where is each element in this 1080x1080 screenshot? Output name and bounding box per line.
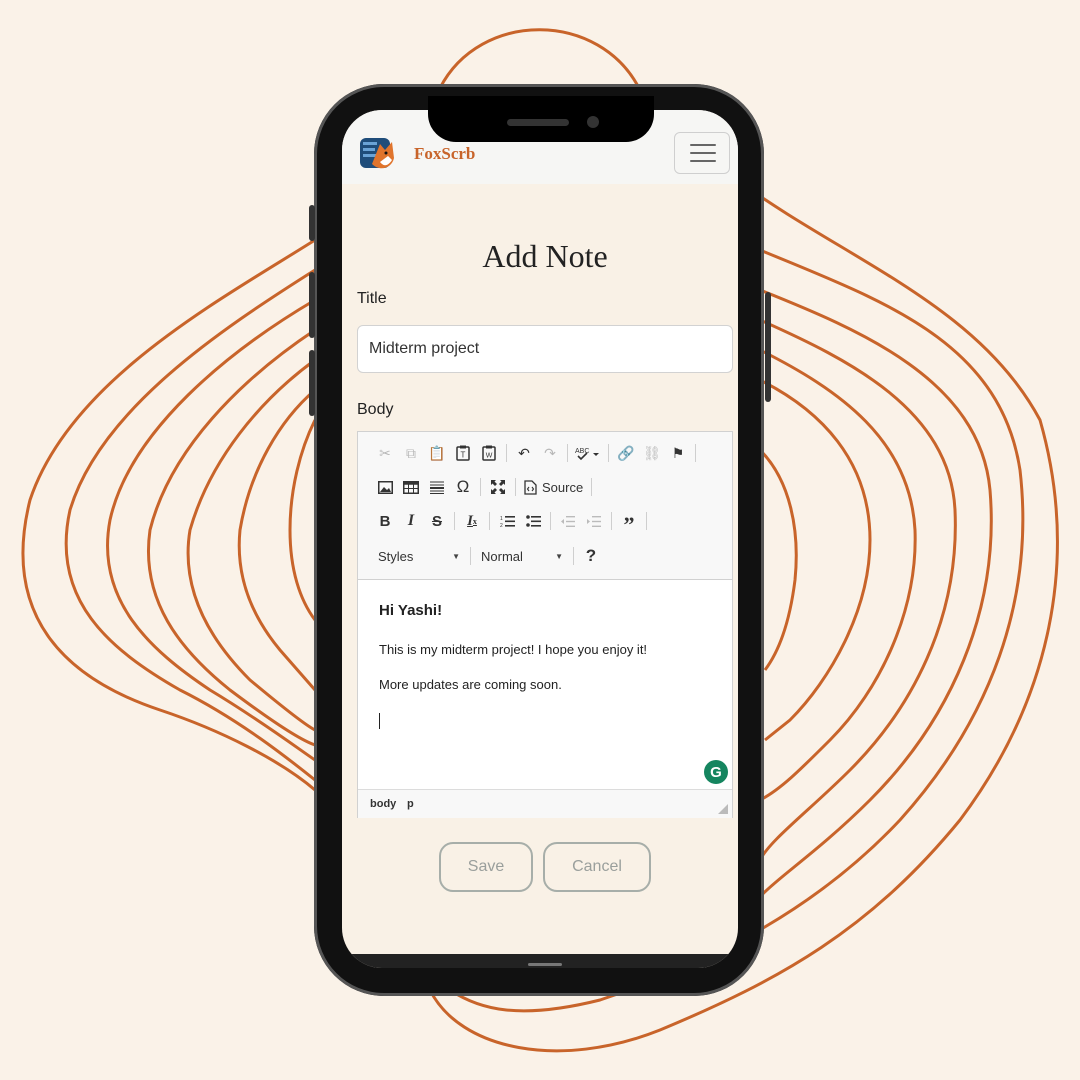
indent-icon[interactable] [581, 507, 607, 535]
image-icon[interactable] [372, 473, 398, 501]
editor-toolbar: ✂ ⧉ 📋 T W ↶ ↷ ABC 🔗 ⛓ ⚑ Ω Source B I S I… [358, 432, 732, 580]
unlink-icon[interactable]: ⛓ [639, 439, 665, 467]
hamburger-menu-icon-bar [690, 152, 716, 154]
toolbar-separator [591, 478, 593, 496]
italic-icon[interactable]: I [398, 507, 424, 535]
blockquote-icon[interactable]: ” [616, 503, 642, 539]
rich-text-editor: ✂ ⧉ 📋 T W ↶ ↷ ABC 🔗 ⛓ ⚑ Ω Source B I S I… [357, 431, 733, 818]
toolbar-separator [695, 444, 696, 462]
bold-icon[interactable]: B [372, 507, 398, 535]
toolbar-separator [480, 478, 481, 496]
toolbar-separator [608, 444, 609, 462]
phone-mute-switch [309, 205, 315, 241]
maximize-icon[interactable] [485, 473, 511, 501]
paste-word-icon[interactable]: W [476, 439, 502, 467]
chevron-down-icon: ▼ [452, 551, 460, 561]
toolbar-separator [506, 444, 507, 462]
outdent-icon[interactable] [555, 507, 581, 535]
element-path-body[interactable]: body [370, 798, 396, 810]
cut-icon[interactable]: ✂ [372, 439, 398, 467]
body-label: Body [357, 401, 394, 418]
format-dropdown-label: Normal [481, 548, 523, 564]
numbered-list-icon[interactable]: 12 [494, 507, 520, 535]
source-button[interactable]: Source [520, 480, 587, 495]
toolbar-separator [470, 547, 471, 565]
page-title: Add Note [482, 238, 608, 274]
undo-icon[interactable]: ↶ [511, 439, 537, 467]
content-heading: Hi Yashi! [379, 602, 443, 619]
phone-power-button [765, 292, 771, 402]
toolbar-separator [489, 512, 490, 530]
brand-name[interactable]: FoxScrb [414, 144, 475, 164]
save-button[interactable]: Save [439, 842, 533, 892]
anchor-icon[interactable]: ⚑ [665, 439, 691, 467]
phone-screen: FoxScrb Add Note Title Body ✂ ⧉ 📋 T W [342, 110, 738, 968]
copy-icon[interactable]: ⧉ [398, 439, 424, 467]
element-path-p[interactable]: p [407, 798, 414, 810]
horizontal-line-icon[interactable] [424, 473, 450, 501]
phone-camera [587, 116, 599, 128]
cancel-button[interactable]: Cancel [543, 842, 651, 892]
remove-format-icon[interactable]: Ix [459, 507, 485, 535]
bulleted-list-icon[interactable] [520, 507, 546, 535]
svg-text:W: W [486, 453, 493, 460]
editor-status-bar: body p [358, 789, 732, 818]
hamburger-menu-icon-bar [690, 160, 716, 162]
svg-text:2: 2 [500, 523, 503, 528]
title-input[interactable] [357, 325, 733, 373]
source-icon [524, 479, 537, 495]
paste-icon[interactable]: 📋 [424, 439, 450, 467]
fox-logo-icon [360, 138, 394, 169]
toolbar-separator [611, 512, 612, 530]
content-paragraph: This is my midterm project! I hope you e… [379, 642, 648, 657]
styles-dropdown-label: Styles [378, 548, 414, 564]
content-paragraph: More updates are coming soon. [379, 677, 562, 692]
svg-text:T: T [461, 451, 466, 460]
styles-dropdown[interactable]: Styles ▼ [372, 544, 466, 568]
text-cursor [379, 713, 380, 729]
special-char-icon[interactable]: Ω [450, 473, 476, 501]
toolbar-separator [573, 547, 574, 565]
toolbar-separator [550, 512, 551, 530]
toolbar-separator [646, 512, 647, 530]
link-icon[interactable]: 🔗 [613, 439, 639, 467]
spellcheck-icon[interactable]: ABC [572, 439, 604, 467]
help-button[interactable]: ? [578, 542, 604, 570]
grammarly-icon[interactable]: G [704, 760, 728, 784]
home-bar [342, 954, 738, 968]
redo-icon[interactable]: ↷ [537, 439, 563, 467]
editor-content-area[interactable]: Hi Yashi! This is my midterm project! I … [358, 580, 732, 788]
hamburger-menu-icon [690, 144, 716, 146]
svg-text:1: 1 [500, 516, 503, 522]
table-icon[interactable] [398, 473, 424, 501]
menu-toggle-button[interactable] [674, 132, 730, 174]
title-label: Title [357, 290, 387, 307]
strike-icon[interactable]: S [424, 507, 450, 535]
toolbar-separator [454, 512, 455, 530]
paste-text-icon[interactable]: T [450, 439, 476, 467]
format-dropdown[interactable]: Normal ▼ [475, 544, 569, 568]
toolbar-separator [567, 444, 568, 462]
source-label: Source [542, 479, 584, 495]
phone-speaker [507, 119, 569, 126]
resize-handle-icon[interactable] [718, 804, 728, 814]
toolbar-separator [515, 478, 516, 496]
phone-volume-up-button [309, 272, 315, 338]
chevron-down-icon: ▼ [555, 551, 563, 561]
home-indicator[interactable] [528, 963, 562, 966]
svg-text:ABC: ABC [575, 448, 589, 455]
phone-volume-down-button [309, 350, 315, 416]
